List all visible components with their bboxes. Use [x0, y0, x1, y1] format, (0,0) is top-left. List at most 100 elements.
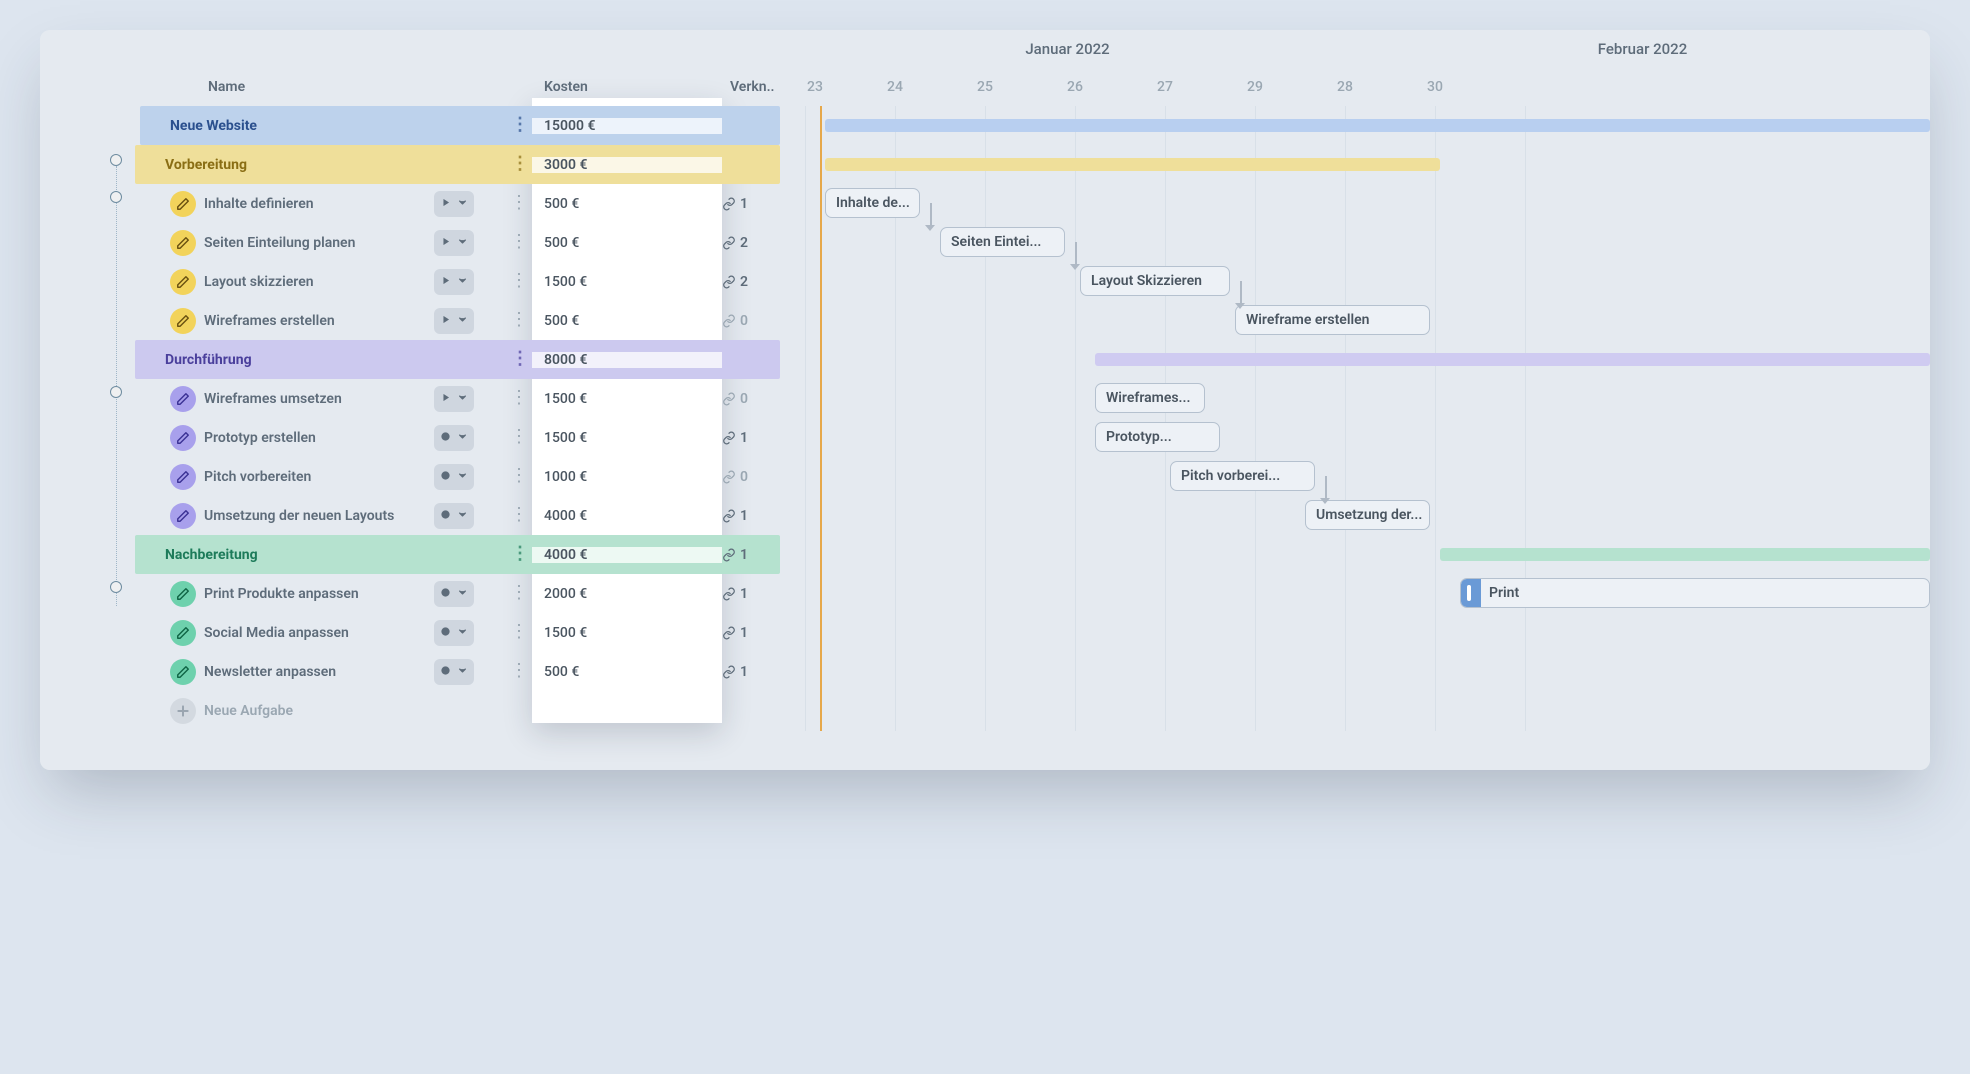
links-cell[interactable]: 2: [722, 274, 780, 290]
gantt-group-bar[interactable]: [1095, 353, 1930, 366]
task-action-button[interactable]: [434, 230, 474, 256]
row-more-icon[interactable]: [506, 157, 532, 173]
task-row[interactable]: Seiten Einteilung planen500 €2: [40, 223, 780, 262]
task-row[interactable]: Newsletter anpassen500 €1: [40, 652, 780, 691]
row-more-icon[interactable]: [504, 196, 532, 212]
links-cell[interactable]: 1: [722, 586, 780, 602]
day-tick: 28: [1300, 79, 1390, 95]
add-task-row[interactable]: Neue Aufgabe: [40, 691, 780, 730]
cost-cell: 1500 €: [532, 274, 722, 290]
cost-cell: 1500 €: [532, 391, 722, 407]
gantt-task-box[interactable]: Inhalte de...: [825, 188, 920, 218]
links-cell[interactable]: 1: [722, 430, 780, 446]
links-cell[interactable]: 0: [722, 391, 780, 407]
cost-cell: 8000 €: [532, 352, 722, 368]
group-row[interactable]: Nachbereitung4000 €1: [135, 535, 780, 574]
task-action-button[interactable]: [434, 308, 474, 334]
task-row[interactable]: Umsetzung der neuen Layouts 4000 €1: [40, 496, 780, 535]
row-more-icon[interactable]: [504, 469, 532, 485]
task-row[interactable]: Pitch vorbereiten1000 €0: [40, 457, 780, 496]
action-icon: [440, 196, 451, 212]
pencil-icon: [170, 620, 196, 646]
links-cell[interactable]: 1: [722, 625, 780, 641]
gantt-task-box[interactable]: Prototyp...: [1095, 422, 1220, 452]
timeline-months: Januar 2022 Februar 2022: [780, 30, 1930, 68]
col-name: Name: [208, 79, 532, 95]
action-icon: [440, 625, 451, 641]
gantt-group-bar[interactable]: [825, 119, 1930, 132]
task-action-button[interactable]: [434, 659, 474, 685]
task-row[interactable]: Wireframes umsetzen1500 €0: [40, 379, 780, 418]
row-more-icon[interactable]: [504, 664, 532, 680]
task-action-button[interactable]: [434, 503, 474, 529]
chevron-down-icon: [457, 430, 468, 446]
grid-line: [1345, 106, 1346, 731]
task-row[interactable]: Layout skizzieren1500 €2: [40, 262, 780, 301]
grid-line: [1525, 106, 1526, 731]
pencil-icon: [170, 464, 196, 490]
gantt-chart[interactable]: Inhalte de... Seiten Eintei... Layout Skiz…: [780, 106, 1930, 731]
group-row[interactable]: Neue Website15000 €: [140, 106, 780, 145]
action-icon: [440, 508, 451, 524]
action-icon: [440, 586, 451, 602]
group-row[interactable]: Vorbereitung3000 €: [135, 145, 780, 184]
task-action-button[interactable]: [434, 464, 474, 490]
gantt-task-box[interactable]: Layout Skizzieren: [1080, 266, 1230, 296]
grid-line: [1255, 106, 1256, 731]
task-row[interactable]: Wireframes erstellen500 €0: [40, 301, 780, 340]
task-action-button[interactable]: [434, 386, 474, 412]
grid-line: [1435, 106, 1436, 731]
app-window: Name Kosten Verkn.. Neue Website15000 €V…: [40, 30, 1930, 770]
row-more-icon[interactable]: [504, 508, 532, 524]
task-row[interactable]: Print Produkte anpassen2000 €1: [40, 574, 780, 613]
links-cell[interactable]: 1: [722, 547, 780, 563]
row-more-icon[interactable]: [504, 430, 532, 446]
row-more-icon[interactable]: [506, 118, 532, 134]
links-cell[interactable]: 2: [722, 235, 780, 251]
cost-cell: 3000 €: [532, 157, 722, 173]
gantt-panel[interactable]: Januar 2022 Februar 2022 232425262729283…: [780, 30, 1930, 770]
gantt-task-box[interactable]: Pitch vorberei...: [1170, 461, 1315, 491]
gantt-task-box[interactable]: Wireframe erstellen: [1235, 305, 1430, 335]
gantt-progress-box[interactable]: Print: [1460, 578, 1930, 608]
gantt-task-box[interactable]: Wireframes...: [1095, 383, 1205, 413]
task-action-button[interactable]: [434, 620, 474, 646]
plus-icon: [170, 698, 196, 724]
dependency-arrow: [1075, 242, 1077, 266]
task-action-button[interactable]: [434, 425, 474, 451]
task-label: Umsetzung der neuen Layouts: [204, 508, 434, 524]
task-row[interactable]: Social Media anpassen1500 €1: [40, 613, 780, 652]
grid-line: [1165, 106, 1166, 731]
pencil-icon: [170, 503, 196, 529]
task-label: Print Produkte anpassen: [204, 586, 434, 602]
gantt-group-bar[interactable]: [1440, 548, 1930, 561]
gantt-task-box[interactable]: Umsetzung der...: [1305, 500, 1430, 530]
links-cell[interactable]: 1: [722, 196, 780, 212]
grid-line: [805, 106, 806, 731]
day-tick: 29: [1210, 79, 1300, 95]
task-row[interactable]: Inhalte definieren500 €1: [40, 184, 780, 223]
task-action-button[interactable]: [434, 191, 474, 217]
links-cell[interactable]: 1: [722, 508, 780, 524]
row-more-icon[interactable]: [504, 235, 532, 251]
task-action-button[interactable]: [434, 581, 474, 607]
cost-cell: 4000 €: [532, 508, 722, 524]
task-action-button[interactable]: [434, 269, 474, 295]
row-more-icon[interactable]: [504, 313, 532, 329]
chevron-down-icon: [457, 586, 468, 602]
gantt-group-bar[interactable]: [825, 158, 1440, 171]
row-more-icon[interactable]: [504, 586, 532, 602]
links-cell[interactable]: 1: [722, 664, 780, 680]
gantt-task-box[interactable]: Seiten Eintei...: [940, 227, 1065, 257]
group-row[interactable]: Durchführung8000 €: [135, 340, 780, 379]
row-more-icon[interactable]: [506, 352, 532, 368]
links-cell[interactable]: 0: [722, 469, 780, 485]
pencil-icon: [170, 230, 196, 256]
row-more-icon[interactable]: [504, 391, 532, 407]
row-more-icon[interactable]: [504, 274, 532, 290]
links-cell[interactable]: 0: [722, 313, 780, 329]
row-more-icon[interactable]: [504, 625, 532, 641]
task-row[interactable]: Prototyp erstellen1500 €1: [40, 418, 780, 457]
row-more-icon[interactable]: [506, 547, 532, 563]
dependency-arrow: [930, 203, 932, 227]
